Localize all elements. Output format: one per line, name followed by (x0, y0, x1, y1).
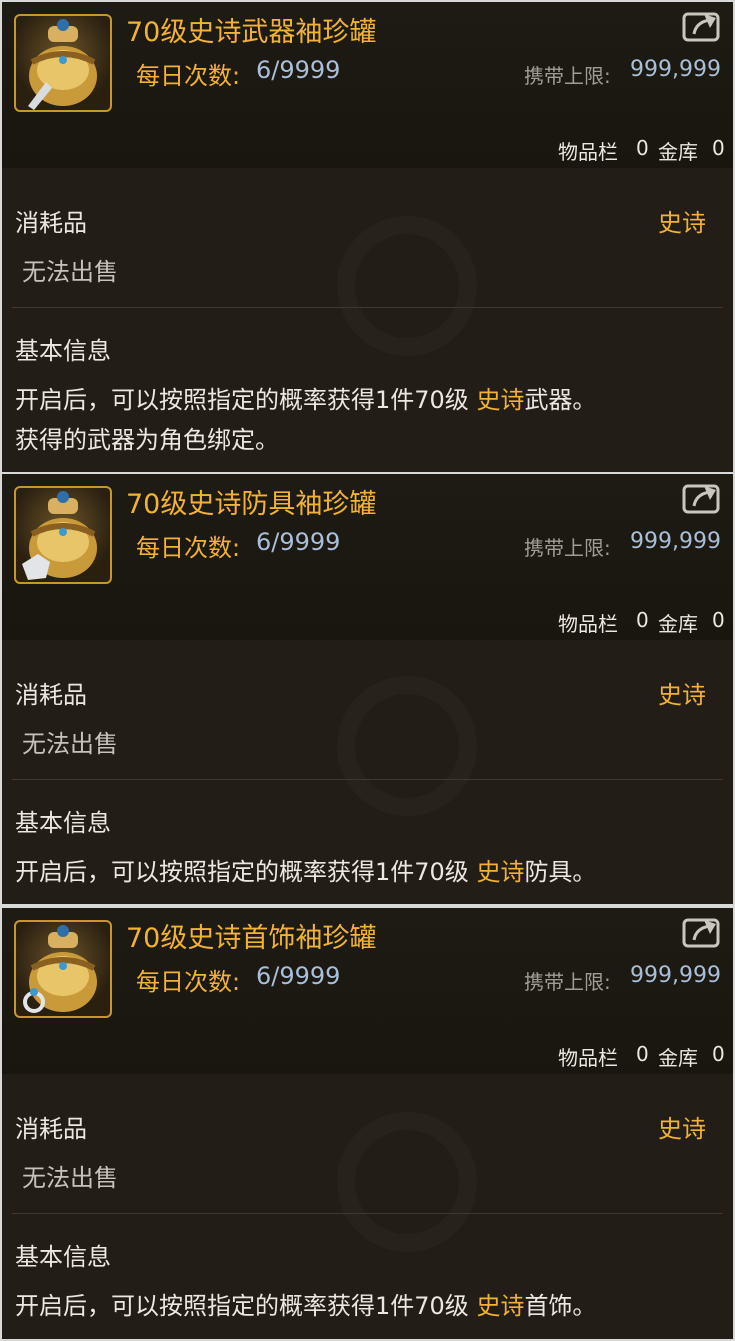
item-title: 70级史诗防具袖珍罐 (126, 489, 377, 520)
description-highlight: 史诗 (476, 858, 525, 886)
carry-limit-value: 999,999 (630, 57, 721, 82)
description-prefix: 开启后，可以按照指定的概率获得1件70级 (15, 386, 477, 414)
description-line-1: 开启后，可以按照指定的概率获得1件70级 史诗防具。 (15, 852, 596, 892)
daily-uses-value: 6/9999 (256, 962, 341, 990)
item-icon[interactable] (14, 486, 112, 584)
inventory-label: 物品栏 (558, 1046, 618, 1070)
item-title: 70级史诗武器袖珍罐 (126, 17, 377, 48)
description-line-1: 开启后，可以按照指定的概率获得1件70级 史诗首饰。 (15, 1286, 596, 1326)
watermark-emblem (337, 676, 477, 816)
item-tooltip-armor-jar: 70级史诗防具袖珍罐 每日次数: 6/9999 携带上限: 999,999 物品… (2, 474, 733, 904)
vault-label: 金库 (658, 612, 698, 636)
carry-limit-value: 999,999 (630, 529, 721, 554)
daily-uses-label: 每日次数: (136, 534, 241, 562)
item-rarity: 史诗 (658, 209, 706, 237)
vault-count: 0 (712, 608, 725, 632)
section-divider (12, 307, 723, 308)
inventory-count: 0 (636, 608, 649, 632)
daily-uses-value: 6/9999 (256, 528, 341, 556)
basic-info-heading: 基本信息 (15, 809, 111, 837)
item-category: 消耗品 (15, 1115, 87, 1143)
watermark-emblem (337, 1112, 477, 1252)
sell-status: 无法出售 (22, 1164, 118, 1192)
carry-limit-value: 999,999 (630, 963, 721, 988)
jar-icon (22, 491, 97, 580)
description-line-1: 开启后，可以按照指定的概率获得1件70级 史诗武器。 (15, 380, 596, 420)
item-category: 消耗品 (15, 209, 87, 237)
item-tooltip-weapon-jar: 70级史诗武器袖珍罐 每日次数: 6/9999 携带上限: 999,999 物品… (2, 2, 733, 472)
share-icon[interactable] (682, 916, 722, 950)
daily-uses-label: 每日次数: (136, 968, 241, 996)
item-title: 70级史诗首饰袖珍罐 (126, 923, 377, 954)
vault-label: 金库 (658, 1046, 698, 1070)
item-icon[interactable] (14, 14, 112, 112)
share-icon[interactable] (682, 10, 722, 44)
vault-count: 0 (712, 136, 725, 160)
basic-info-heading: 基本信息 (15, 337, 111, 365)
description-prefix: 开启后，可以按照指定的概率获得1件70级 (15, 1292, 477, 1320)
jar-icon (28, 19, 97, 110)
inventory-label: 物品栏 (558, 140, 618, 164)
description-suffix: 武器。 (524, 386, 597, 414)
section-divider (12, 1213, 723, 1214)
share-icon[interactable] (682, 482, 722, 516)
item-category: 消耗品 (15, 681, 87, 709)
description-suffix: 首饰。 (524, 1292, 597, 1320)
basic-info-heading: 基本信息 (15, 1243, 111, 1271)
carry-limit-label: 携带上限: (524, 536, 611, 560)
item-icon[interactable] (14, 920, 112, 1018)
description-suffix: 防具。 (524, 858, 597, 886)
description-line-2: 获得的武器为角色绑定。 (15, 426, 279, 454)
inventory-label: 物品栏 (558, 612, 618, 636)
daily-uses-label: 每日次数: (136, 62, 241, 90)
vault-label: 金库 (658, 140, 698, 164)
item-description: 开启后，可以按照指定的概率获得1件70级 史诗防具。 (15, 852, 596, 892)
sell-status: 无法出售 (22, 258, 118, 286)
carry-limit-label: 携带上限: (524, 64, 611, 88)
description-highlight: 史诗 (476, 386, 525, 414)
description-prefix: 开启后，可以按照指定的概率获得1件70级 (15, 858, 477, 886)
sell-status: 无法出售 (22, 730, 118, 758)
description-highlight: 史诗 (476, 1292, 525, 1320)
item-description: 开启后，可以按照指定的概率获得1件70级 史诗武器。 获得的武器为角色绑定。 (15, 380, 596, 460)
item-rarity: 史诗 (658, 1115, 706, 1143)
item-tooltip-accessory-jar: 70级史诗首饰袖珍罐 每日次数: 6/9999 携带上限: 999,999 物品… (2, 908, 733, 1339)
inventory-count: 0 (636, 136, 649, 160)
item-rarity: 史诗 (658, 681, 706, 709)
section-divider (12, 779, 723, 780)
jar-icon (23, 925, 97, 1013)
item-description: 开启后，可以按照指定的概率获得1件70级 史诗首饰。 (15, 1286, 596, 1326)
watermark-emblem (337, 216, 477, 356)
inventory-count: 0 (636, 1042, 649, 1066)
vault-count: 0 (712, 1042, 725, 1066)
carry-limit-label: 携带上限: (524, 970, 611, 994)
daily-uses-value: 6/9999 (256, 56, 341, 84)
